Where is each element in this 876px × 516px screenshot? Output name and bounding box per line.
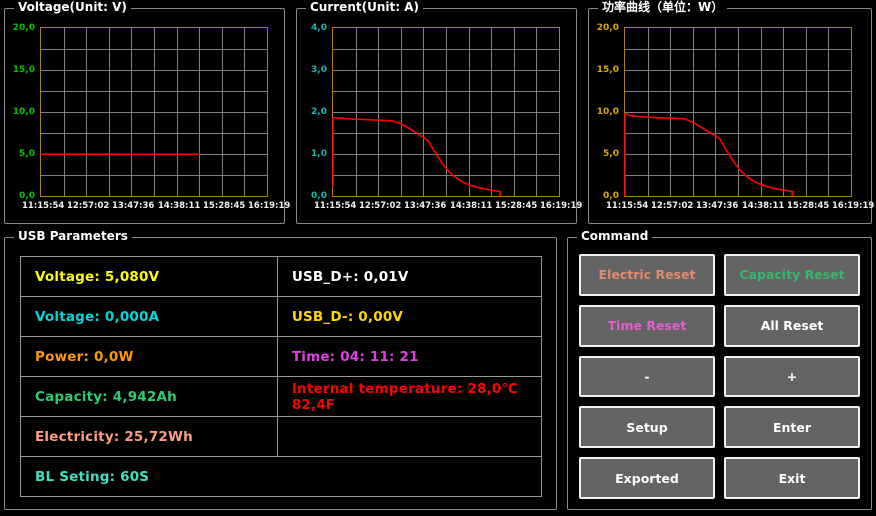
voltage-x-tick-label: 13:47:36 [112,201,155,211]
power-trace [624,112,794,197]
current-y-tick-label: 1,0 [311,149,327,159]
voltage-chart-title: Voltage(Unit: V) [14,0,131,14]
voltage-y-tick-label: 5,0 [19,149,35,159]
current-y-tick-label: 2,0 [311,107,327,117]
voltage-y-tick-label: 0,0 [19,191,35,201]
button-capacity-reset[interactable]: Capacity Reset [724,254,860,296]
power-y-tick-label: 10,0 [596,107,619,117]
current-chart-title: Current(Unit: A) [306,0,423,14]
power-y-tick-label: 0,0 [603,191,619,201]
voltage-y-tick-label: 10,0 [12,107,35,117]
current-x-tick-label: 15:28:45 [495,201,538,211]
power-chart-title: 功率曲线（单位：W） [598,0,728,14]
voltage-x-tick-label: 14:38:11 [158,201,201,211]
power-chart-panel: 功率曲线（单位：W） 20,0 15,0 10,0 5,0 0,0 11:15:54 12:… [588,0,875,224]
usb-parameter-row: Voltage: 0,000A USB_D-: 0,00V [21,297,541,337]
current-y-tick-label: 0,0 [311,191,327,201]
current-x-tick-label: 13:47:36 [404,201,447,211]
usb-parameters-title: USB Parameters [14,229,132,243]
button-exported[interactable]: Exported [579,457,715,499]
usb-parameter-cell-right: Internal temperature: 28,0℃ 82,4F [276,377,541,416]
usb-parameter-cell-right: USB_D+: 0,01V [276,257,541,296]
power-x-tick-label: 14:38:11 [742,201,785,211]
button-enter[interactable]: Enter [724,406,860,449]
voltage-x-tick-label: 12:57:02 [67,201,110,211]
voltage-y-tick-label: 15,0 [12,65,35,75]
usb-parameter-cell-right: USB_D-: 0,00V [276,297,541,336]
current-y-tick-label: 4,0 [311,23,327,33]
current-x-tick-label: 12:57:02 [359,201,402,211]
power-y-tick-label: 15,0 [596,65,619,75]
current-x-tick-label: 16:19:19 [540,201,583,211]
power-x-tick-label: 15:28:45 [787,201,830,211]
usb-parameter-row: BL Seting: 60S [21,457,541,496]
usb-parameter-row: Power: 0,0W Time: 04: 11: 21 [21,337,541,377]
button-all-reset[interactable]: All Reset [724,304,860,347]
current-y-tick-label: 3,0 [311,65,327,75]
power-x-tick-label: 12:57:02 [651,201,694,211]
voltage-trace [40,153,200,156]
power-y-tick-label: 20,0 [596,23,619,33]
usb-parameter-cell-left: BL Seting: 60S [35,468,150,485]
current-chart-area: 4,0 3,0 2,0 1,0 0,0 11:15:54 12:57:02 13:47:36 1… [297,17,582,223]
button-exit[interactable]: Exit [724,457,860,499]
usb-parameter-row: Capacity: 4,942Ah Internal temperature: 2… [21,377,541,417]
usb-parameter-cell-right [276,417,541,456]
button-setup[interactable]: Setup [579,406,715,449]
current-chart-panel: Current(Unit: A) 4,0 3,0 2,0 1,0 0,0 11:15:54… [296,0,582,224]
power-y-tick-label: 5,0 [603,149,619,159]
current-x-tick-label: 11:15:54 [314,201,357,211]
command-panel: Command Electric Reset Capacity Reset Time… [567,229,872,510]
usb-parameter-row: Voltage: 5,080V USB_D+: 0,01V [21,257,541,297]
usb-parameter-cell-left: Voltage: 5,080V [35,268,160,285]
current-trace [332,117,502,197]
button-time-reset[interactable]: Time Reset [579,304,715,347]
voltage-y-tick-label: 20,0 [12,23,35,33]
usb-parameters-table: Voltage: 5,080V USB_D+: 0,01V Voltage: 0,0… [20,256,542,497]
voltage-x-tick-label: 11:15:54 [22,201,65,211]
power-x-tick-label: 16:19:19 [832,201,875,211]
voltage-x-tick-label: 15:28:45 [203,201,246,211]
usb-parameter-cell-left: Power: 0,0W [35,348,134,365]
usb-parameter-row: Electricity: 25,72Wh [21,417,541,457]
voltage-chart-panel: Voltage(Unit: V) 20,0 15,0 10,0 5,0 0,0 11:15… [4,0,291,224]
usb-parameter-cell-left: Electricity: 25,72Wh [35,428,193,445]
app-window: Voltage(Unit: V) 20,0 15,0 10,0 5,0 0,0 11:15… [0,0,876,516]
command-button-grid: Electric Reset Capacity Reset Time Reset Al… [579,254,860,499]
usb-parameter-cell-right: Time: 04: 11: 21 [276,337,541,376]
usb-parameter-cell-left: Capacity: 4,942Ah [35,388,177,405]
current-x-tick-label: 14:38:11 [450,201,493,211]
voltage-x-tick-label: 16:19:19 [248,201,291,211]
command-title: Command [577,229,653,243]
power-x-tick-label: 11:15:54 [606,201,649,211]
power-chart-area: 20,0 15,0 10,0 5,0 0,0 11:15:54 12:57:02 13:47:… [589,17,875,223]
button-[interactable]: + [724,355,860,398]
usb-parameter-cell-left: Voltage: 0,000A [35,308,160,325]
button-[interactable]: - [579,355,715,398]
usb-parameters-panel: USB Parameters Voltage: 5,080V USB_D+: 0,… [4,229,557,510]
power-x-tick-label: 13:47:36 [696,201,739,211]
button-electric-reset[interactable]: Electric Reset [579,254,715,296]
voltage-chart-area: 20,0 15,0 10,0 5,0 0,0 11:15:54 12:57:02 13:47:… [5,17,291,223]
